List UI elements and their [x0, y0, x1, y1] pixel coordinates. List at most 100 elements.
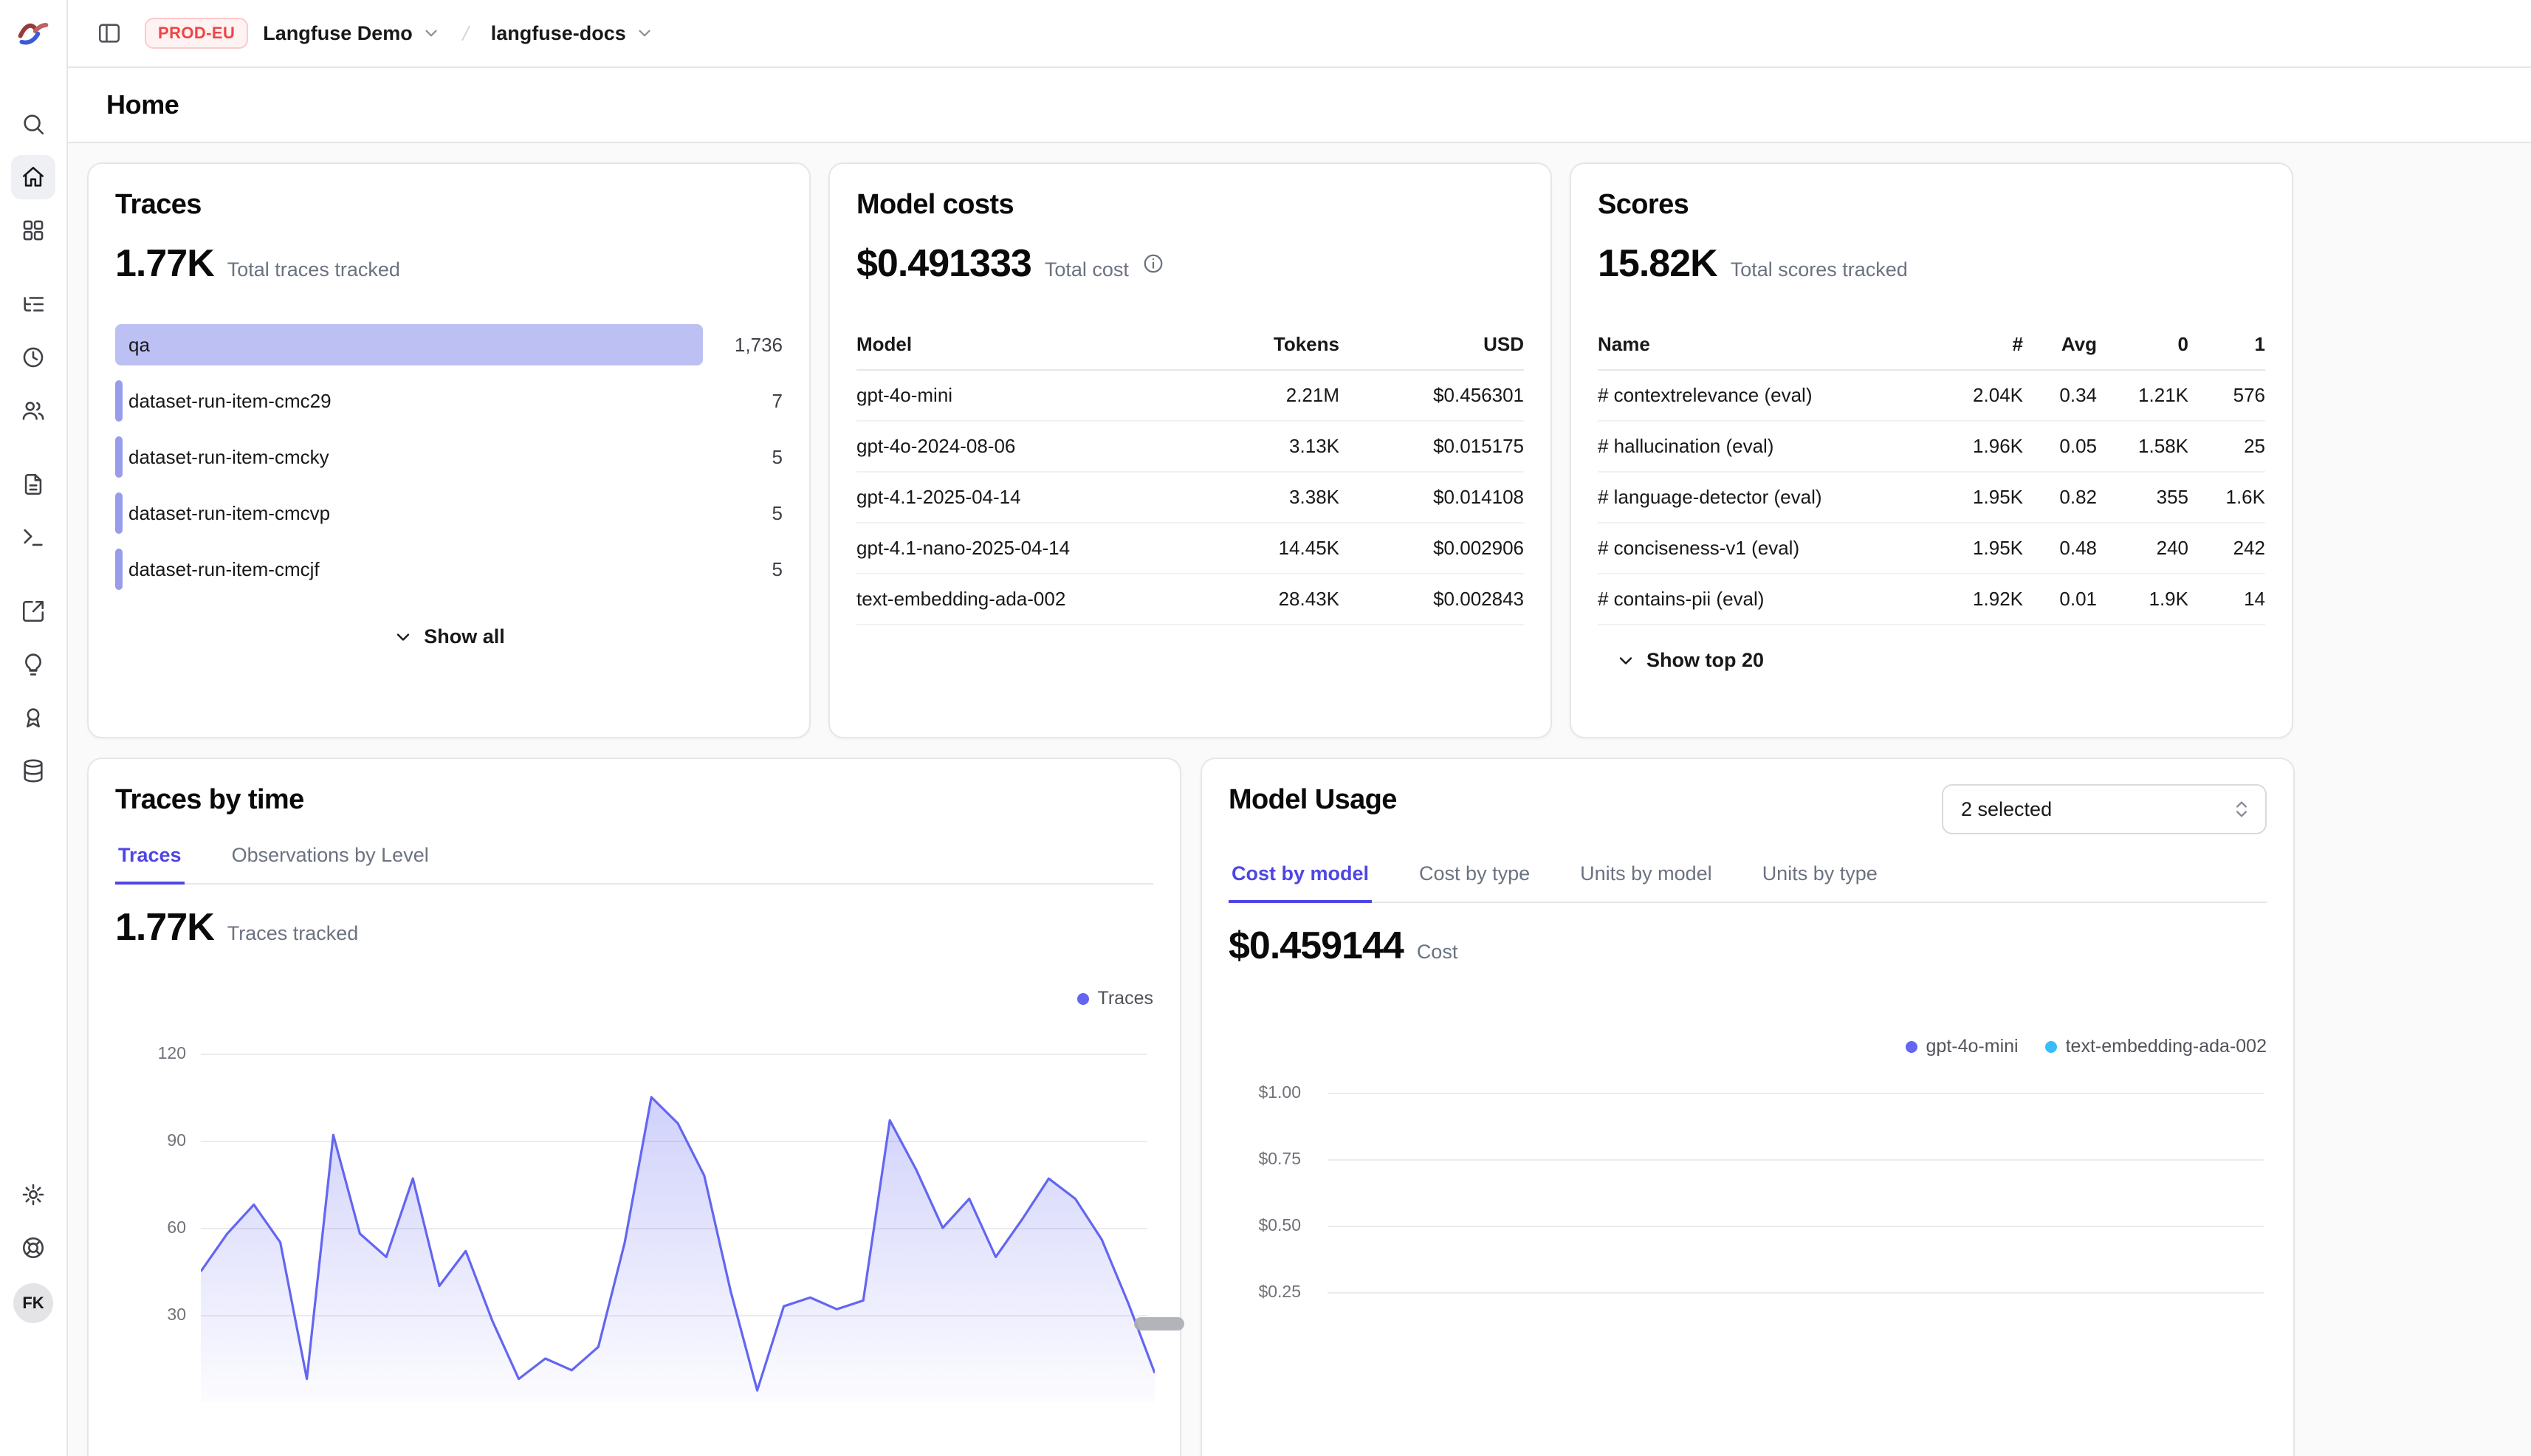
main-area: PROD-EU Langfuse Demo langfuse-docs Home… — [68, 0, 2531, 1456]
prompts-icon[interactable] — [11, 462, 55, 506]
project-switcher[interactable]: langfuse-docs — [491, 22, 654, 45]
column-header-col: # — [1946, 321, 2023, 370]
gridline — [1328, 1159, 2264, 1161]
project-name: langfuse-docs — [491, 22, 626, 45]
model-select[interactable]: 2 selected — [1942, 784, 2267, 834]
table-cell: gpt-4o-mini — [856, 370, 1170, 421]
y-axis-tick: $0.25 — [1229, 1282, 1301, 1302]
y-axis-tick: $1.00 — [1229, 1082, 1301, 1102]
table-cell: $0.015175 — [1339, 421, 1524, 472]
legend-dot — [2045, 1041, 2057, 1053]
column-header-usd: USD — [1339, 321, 1524, 370]
model-usage-tabs: Cost by model Cost by type Units by model U… — [1229, 855, 2267, 903]
trace-bar-label: dataset-run-item-cmc29 — [128, 390, 332, 413]
table-cell: 240 — [2097, 523, 2188, 574]
tracing-icon[interactable] — [11, 282, 55, 326]
sidebar-toggle-button[interactable] — [89, 13, 130, 54]
playground-icon[interactable] — [11, 515, 55, 560]
show-all-button[interactable]: Show all — [393, 625, 505, 648]
table-cell: $0.002843 — [1339, 574, 1524, 625]
trace-bar-label: dataset-run-item-cmcvp — [128, 502, 330, 525]
y-axis-tick: 30 — [115, 1305, 186, 1325]
column-header-1: 1 — [2188, 321, 2265, 370]
y-axis-tick: $0.75 — [1229, 1149, 1301, 1169]
table-row: gpt-4o-2024-08-063.13K$0.015175 — [856, 421, 1524, 472]
tab-units-by-model[interactable]: Units by model — [1577, 855, 1715, 902]
traces-card: Traces 1.77K Total traces tracked qa1,73… — [87, 162, 811, 738]
table-cell: 1.96K — [1946, 421, 2023, 472]
gridline — [1328, 1093, 2264, 1094]
card-title: Model Usage — [1229, 784, 1397, 816]
scores-icon[interactable] — [11, 696, 55, 740]
traces-total-label: Total traces tracked — [227, 258, 400, 281]
dashboards-icon[interactable] — [11, 208, 55, 253]
chevron-down-icon — [635, 24, 654, 43]
user-avatar[interactable]: FK — [13, 1283, 53, 1323]
trace-bar-label: qa — [128, 334, 150, 357]
table-row: gpt-4o-mini2.21M$0.456301 — [856, 370, 1524, 421]
annotation-icon[interactable] — [11, 642, 55, 687]
trace-bar-value: 5 — [772, 502, 783, 525]
traces-by-time-total-label: Traces tracked — [227, 922, 359, 945]
table-cell: # conciseness-v1 (eval) — [1598, 523, 1946, 574]
table-cell: 25 — [2188, 421, 2265, 472]
tab-traces[interactable]: Traces — [115, 837, 185, 883]
table-cell: 1.6K — [2188, 472, 2265, 523]
model-usage-total-label: Cost — [1417, 941, 1458, 964]
table-row: # contextrelevance (eval)2.04K0.341.21K5… — [1598, 370, 2265, 421]
search-icon[interactable] — [11, 102, 55, 146]
model-usage-total: $0.459144 — [1229, 924, 1404, 968]
scores-table: Name#Avg01# contextrelevance (eval)2.04K… — [1598, 321, 2265, 625]
model-usage-chart: $1.00 $0.75 $0.50 $0.25 — [1229, 1075, 2267, 1456]
org-switcher[interactable]: Langfuse Demo — [263, 22, 441, 45]
tab-units-by-type[interactable]: Units by type — [1759, 855, 1881, 902]
traces-by-time-card: Traces by time Traces Observations by Lev… — [87, 758, 1181, 1456]
legend-label: Traces — [1098, 988, 1153, 1009]
trace-bar — [115, 380, 123, 422]
table-cell: 1.95K — [1946, 472, 2023, 523]
app-root: FK PROD-EU Langfuse Demo langfuse-docs H… — [0, 0, 2531, 1456]
dashboard-content: Traces 1.77K Total traces tracked qa1,73… — [68, 143, 2531, 1456]
chevron-down-icon — [393, 627, 413, 648]
chevron-down-icon — [1615, 650, 1636, 671]
table-cell: gpt-4o-2024-08-06 — [856, 421, 1170, 472]
tab-cost-by-model[interactable]: Cost by model — [1229, 855, 1372, 902]
traces-line-chart — [201, 1030, 1155, 1456]
table-cell: gpt-4.1-nano-2025-04-14 — [856, 523, 1170, 574]
tab-cost-by-type[interactable]: Cost by type — [1416, 855, 1533, 902]
table-cell: gpt-4.1-2025-04-14 — [856, 472, 1170, 523]
table-row: # conciseness-v1 (eval)1.95K0.48240242 — [1598, 523, 2265, 574]
settings-icon[interactable] — [11, 1172, 55, 1217]
scores-total-label: Total scores tracked — [1731, 258, 1908, 281]
evaluation-icon[interactable] — [11, 589, 55, 633]
y-axis-tick: 60 — [115, 1218, 186, 1237]
langfuse-logo[interactable] — [16, 15, 51, 50]
table-cell: 1.95K — [1946, 523, 2023, 574]
datasets-icon[interactable] — [11, 749, 55, 793]
column-header-model: Model — [856, 321, 1170, 370]
info-icon[interactable] — [1142, 253, 1164, 275]
chart-legend: gpt-4o-minitext-embedding-ada-002 — [1229, 1036, 2267, 1057]
model-costs-card: Model costs $0.491333 Total cost ModelTo… — [828, 162, 1552, 738]
sessions-icon[interactable] — [11, 335, 55, 380]
card-title: Traces by time — [115, 784, 1153, 816]
y-axis-tick: 120 — [115, 1043, 186, 1063]
scores-total: 15.82K — [1598, 241, 1717, 286]
y-axis-tick: $0.50 — [1229, 1215, 1301, 1235]
model-costs-total: $0.491333 — [856, 241, 1031, 286]
users-icon[interactable] — [11, 388, 55, 433]
card-title: Model costs — [856, 189, 1524, 221]
table-row: # language-detector (eval)1.95K0.823551.… — [1598, 472, 2265, 523]
table-cell: $0.002906 — [1339, 523, 1524, 574]
table-cell: 14 — [2188, 574, 2265, 625]
show-top-20-button[interactable]: Show top 20 — [1615, 649, 1764, 672]
chevron-down-icon — [422, 24, 441, 43]
support-icon[interactable] — [11, 1226, 55, 1270]
horizontal-scrollbar[interactable] — [1134, 1317, 1184, 1330]
home-icon[interactable] — [11, 155, 55, 199]
table-cell: 0.05 — [2023, 421, 2097, 472]
org-name: Langfuse Demo — [263, 22, 413, 45]
tab-observations-by-level[interactable]: Observations by Level — [229, 837, 432, 883]
trace-bar-row: dataset-run-item-cmc297 — [115, 380, 783, 422]
gridline — [1328, 1226, 2264, 1227]
